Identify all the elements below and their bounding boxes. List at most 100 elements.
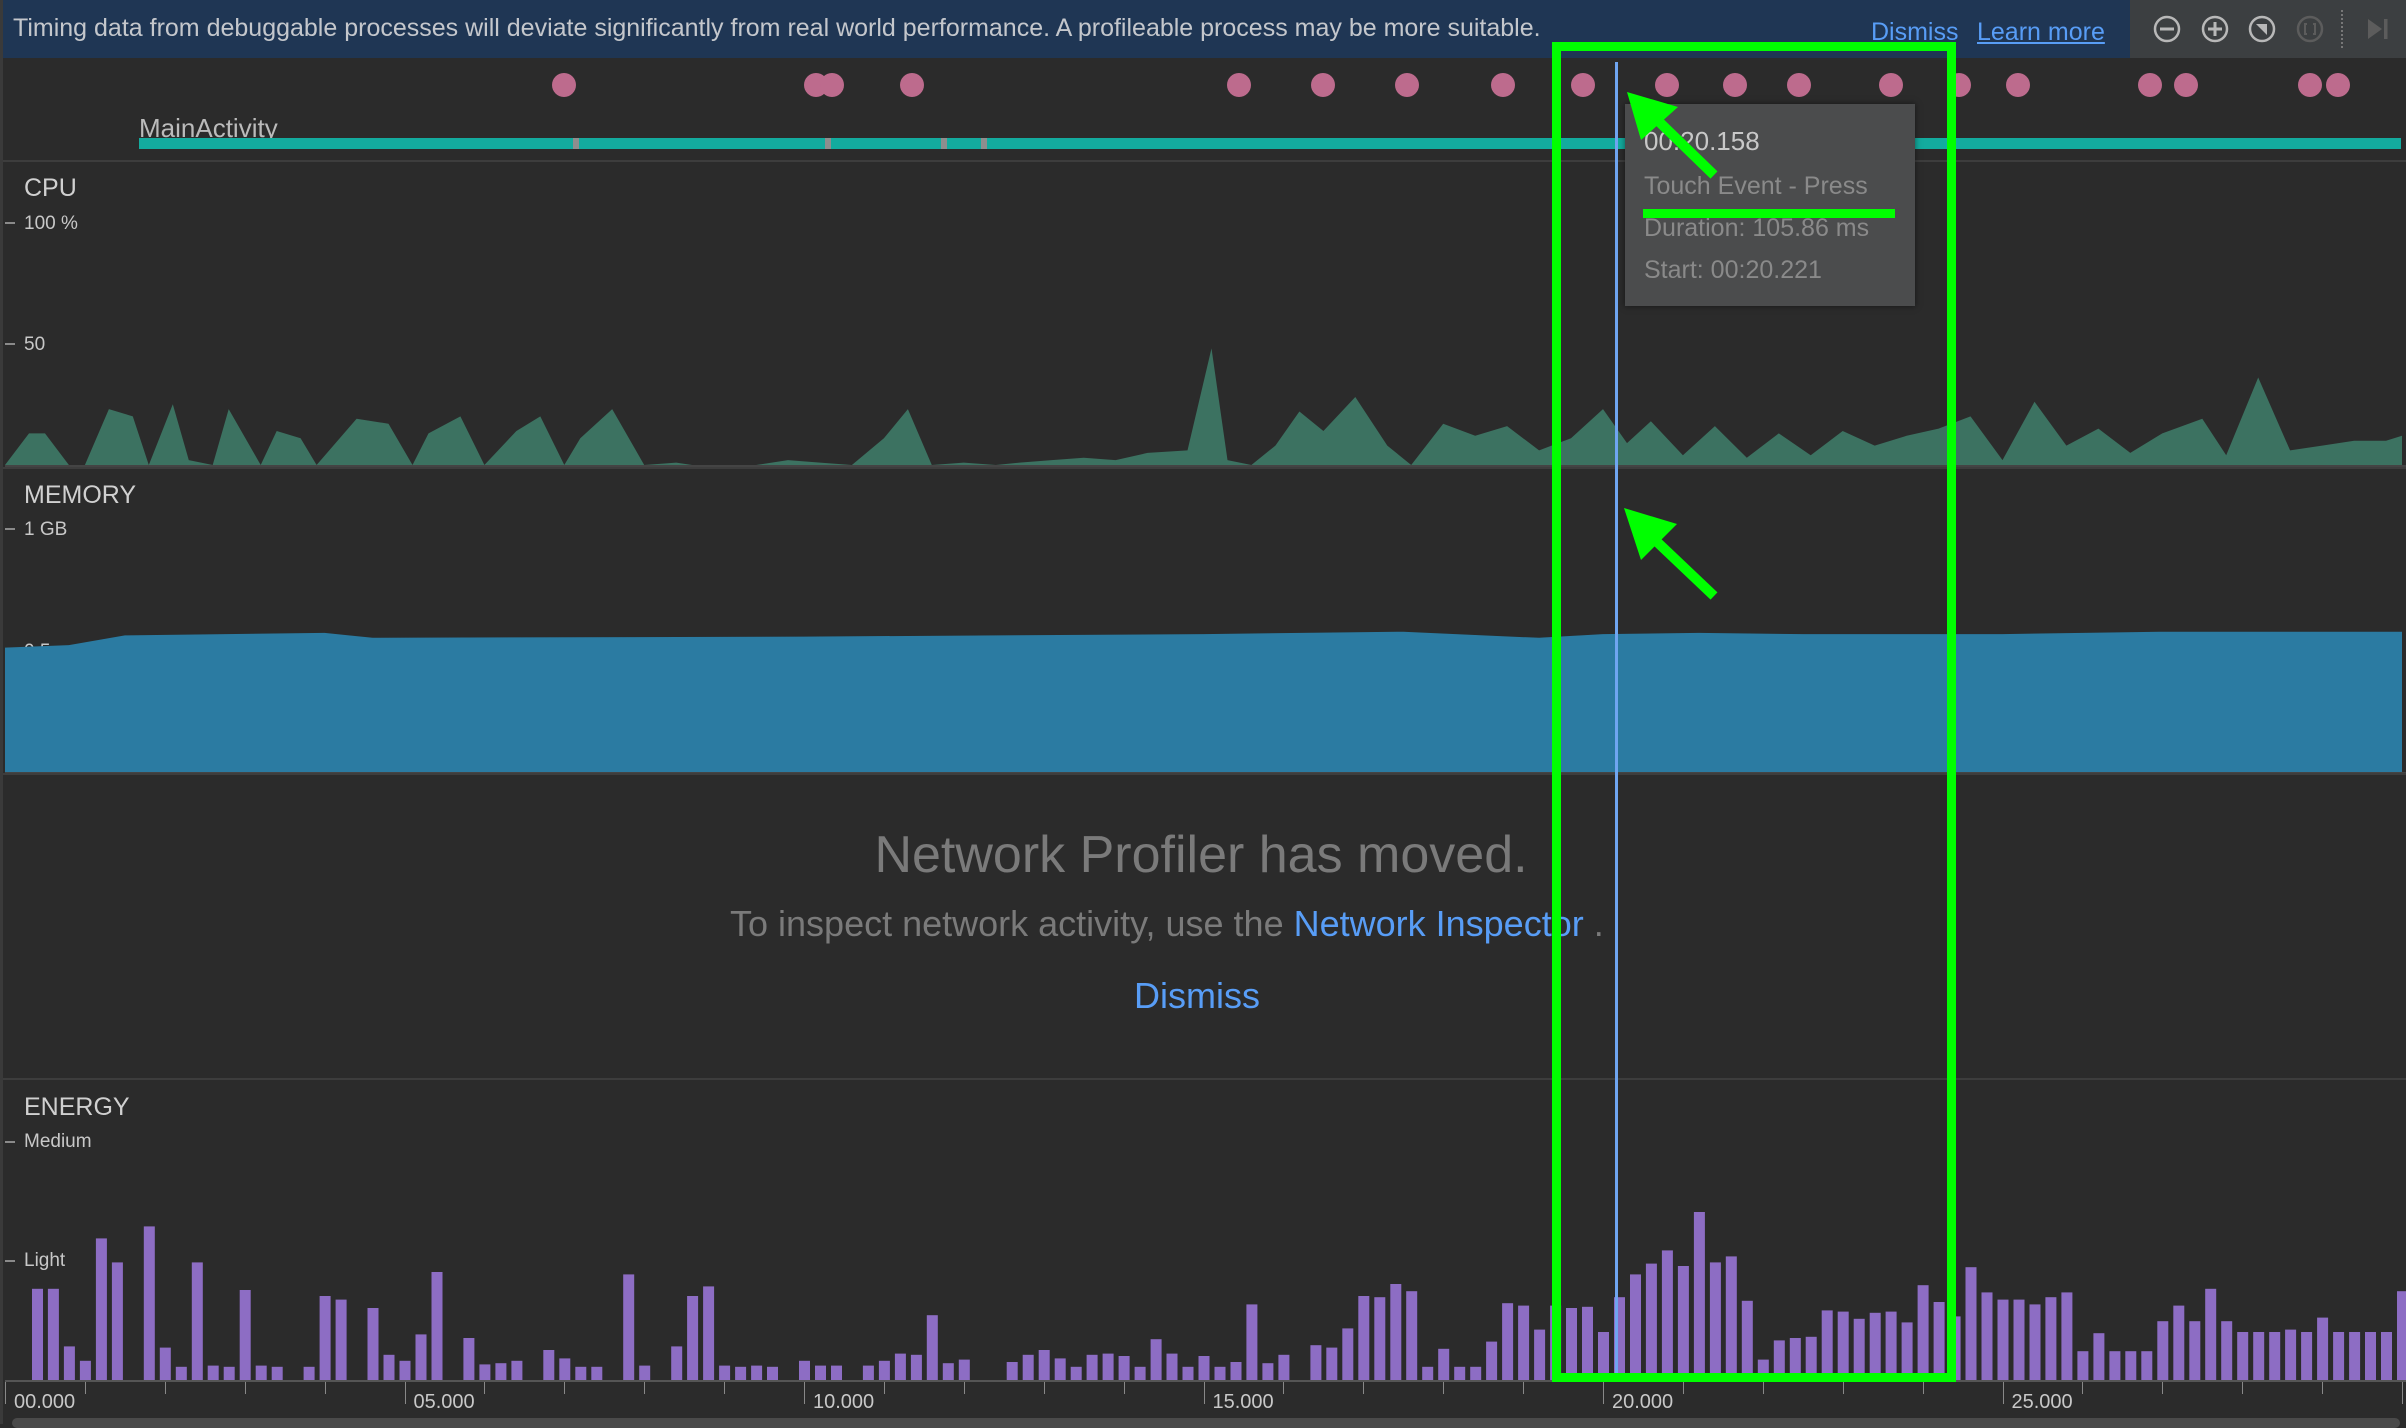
touch-event-marker[interactable]: [819, 73, 844, 97]
banner-dismiss-link[interactable]: Dismiss: [1871, 18, 1959, 47]
time-axis-label: 25.000: [2011, 1391, 2073, 1413]
energy-bar: [1230, 1362, 1242, 1380]
energy-bar: [1086, 1354, 1098, 1380]
network-dismiss-link[interactable]: Dismiss: [1134, 975, 1260, 1017]
touch-event-marker[interactable]: [1571, 73, 1596, 97]
energy-bar: [2157, 1321, 2169, 1380]
network-moved-title: Network Profiler has moved.: [874, 826, 1528, 884]
touch-event-marker[interactable]: [2298, 73, 2323, 97]
tooltip-event-name: Touch Event - Press: [1644, 172, 1868, 200]
energy-bar: [239, 1290, 251, 1380]
timeline-scrollbar[interactable]: [12, 1418, 2400, 1428]
energy-bar: [2029, 1304, 2041, 1380]
energy-bar: [751, 1365, 763, 1380]
network-inspector-link[interactable]: Network Inspector: [1294, 903, 1584, 944]
time-axis-tick: [404, 1382, 406, 1404]
reset-zoom-icon[interactable]: [2247, 14, 2277, 44]
energy-bar: [335, 1299, 347, 1380]
energy-bar: [2045, 1297, 2057, 1380]
energy-bar: [1102, 1353, 1114, 1380]
energy-bar: [942, 1363, 954, 1380]
time-axis-label: 00.000: [14, 1391, 76, 1413]
energy-bar: [1054, 1358, 1066, 1380]
energy-bar: [1006, 1362, 1018, 1380]
energy-bar: [1901, 1322, 1913, 1380]
energy-bar: [2317, 1317, 2329, 1380]
energy-bar: [2141, 1351, 2153, 1380]
energy-bar: [495, 1363, 507, 1380]
zoom-out-icon[interactable]: [2152, 14, 2182, 44]
cpu-chart: [5, 348, 2406, 467]
energy-bar: [543, 1350, 555, 1380]
energy-bar: [2221, 1321, 2233, 1380]
time-axis-tick: [1283, 1382, 1285, 1394]
touch-event-marker[interactable]: [1654, 73, 1679, 97]
energy-bar: [926, 1315, 938, 1380]
touch-event-marker[interactable]: [2006, 73, 2031, 97]
time-axis-tick: [1443, 1382, 1445, 1394]
activity-bar[interactable]: [139, 138, 2401, 149]
energy-bar: [399, 1360, 411, 1380]
energy-bar: [191, 1262, 203, 1380]
energy-bar: [2109, 1351, 2121, 1380]
touch-event-marker[interactable]: [1395, 73, 1420, 97]
touch-event-marker[interactable]: [1311, 73, 1336, 97]
time-axis-tick: [84, 1382, 86, 1394]
time-axis-label: 05.000: [413, 1391, 475, 1413]
energy-bar: [1550, 1305, 1562, 1380]
energy-bar: [2173, 1305, 2185, 1380]
time-axis-tick: [724, 1382, 726, 1394]
zoom-to-selection-icon[interactable]: [2295, 14, 2325, 44]
energy-bar: [1725, 1256, 1737, 1380]
energy-bar: [1134, 1366, 1146, 1380]
selection-cursor-line: [1614, 62, 1618, 1382]
skip-to-end-icon[interactable]: [2362, 14, 2392, 44]
memory-area-series: [5, 631, 2402, 772]
zoom-in-icon[interactable]: [2200, 14, 2230, 44]
energy-bar: [2285, 1329, 2297, 1380]
energy-bar: [1805, 1336, 1817, 1380]
energy-bar: [1038, 1350, 1050, 1380]
touch-event-marker[interactable]: [1786, 73, 1811, 97]
energy-bar: [2205, 1288, 2217, 1380]
energy-bar: [1262, 1363, 1274, 1380]
energy-bar: [271, 1366, 283, 1380]
energy-bar: [1214, 1366, 1226, 1380]
energy-bar: [2125, 1351, 2137, 1380]
touch-event-marker[interactable]: [2138, 73, 2163, 97]
touch-event-marker[interactable]: [1722, 73, 1747, 97]
touch-event-marker[interactable]: [2326, 73, 2351, 97]
network-moved-message: To inspect network activity, use the Net…: [730, 903, 1604, 944]
banner-learn-more-link[interactable]: Learn more: [1977, 18, 2105, 47]
energy-bar: [703, 1286, 715, 1380]
energy-bar: [1518, 1305, 1530, 1380]
time-axis-tick: [1603, 1382, 1604, 1404]
energy-bar: [223, 1366, 235, 1380]
energy-bar: [1534, 1329, 1546, 1380]
touch-event-marker[interactable]: [1491, 73, 1516, 97]
time-axis-tick: [244, 1382, 246, 1394]
energy-bar: [1374, 1297, 1386, 1380]
annotation-underline: [1643, 209, 1895, 218]
touch-event-marker[interactable]: [1878, 73, 1903, 97]
touch-event-marker[interactable]: [899, 73, 924, 97]
energy-bar: [63, 1346, 75, 1380]
energy-bar: [383, 1354, 395, 1380]
touch-event-marker[interactable]: [2174, 73, 2199, 97]
energy-bar: [1853, 1318, 1865, 1380]
touch-event-marker[interactable]: [552, 73, 577, 97]
energy-bar: [687, 1296, 699, 1380]
energy-bar: [1917, 1285, 1929, 1380]
energy-bar: [1022, 1354, 1034, 1380]
energy-bar: [1933, 1302, 1945, 1380]
touch-event-marker[interactable]: [1946, 73, 1971, 97]
energy-bar: [255, 1365, 267, 1380]
time-axis-tick: [1363, 1382, 1365, 1394]
energy-bar: [1326, 1347, 1338, 1380]
activity-transition-marker: [980, 138, 987, 149]
energy-bar: [1182, 1366, 1194, 1380]
energy-bar: [1757, 1359, 1769, 1380]
touch-event-marker[interactable]: [1227, 73, 1252, 97]
time-axis-label: 10.000: [813, 1391, 875, 1413]
energy-bar: [1310, 1345, 1322, 1380]
